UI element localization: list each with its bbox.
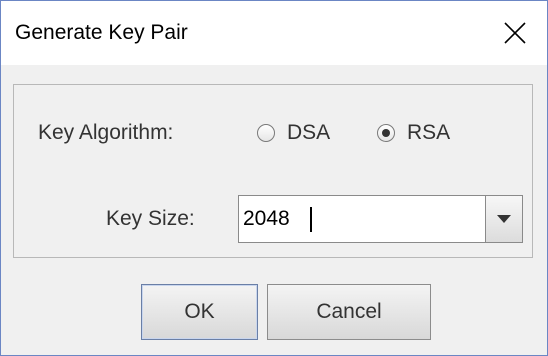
key-size-input[interactable] [239,196,477,242]
radio-selected-dot [382,129,390,137]
ok-button[interactable]: OK [141,284,258,340]
radio-dsa-circle[interactable] [257,124,275,142]
key-size-combobox[interactable] [238,195,523,243]
close-x-icon [504,22,526,44]
close-button[interactable] [483,1,547,65]
radio-rsa-label[interactable]: RSA [407,121,450,145]
generate-key-pair-dialog: Generate Key Pair Key Algorithm: DSA RSA… [0,0,548,356]
chevron-down-icon [497,215,511,223]
radio-dsa[interactable]: DSA [257,121,330,145]
key-size-dropdown-button[interactable] [485,196,522,242]
cancel-button[interactable]: Cancel [267,284,431,340]
text-caret [310,207,312,232]
key-algorithm-label: Key Algorithm: [38,121,174,144]
radio-rsa[interactable]: RSA [377,121,450,145]
dialog-title: Generate Key Pair [15,21,188,44]
radio-rsa-circle[interactable] [377,124,395,142]
key-options-panel: Key Algorithm: DSA RSA Key Size: [13,84,533,258]
radio-dsa-label[interactable]: DSA [287,121,330,145]
key-size-label: Key Size: [106,207,195,230]
title-bar: Generate Key Pair [1,1,547,65]
